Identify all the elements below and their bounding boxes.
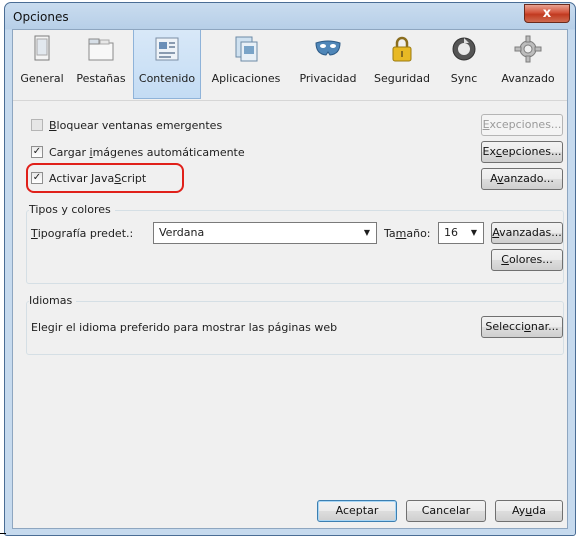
languages-description: Elegir el idioma preferido para mostrar … (31, 320, 338, 334)
dialog-client-area: General Pestañas Contenido Aplicaciones … (12, 29, 568, 529)
javascript-label: Activar JavaScript (49, 171, 147, 185)
default-font-select[interactable]: Verdana ▼ (153, 222, 377, 244)
images-checkbox[interactable]: ✓ (31, 146, 43, 158)
popups-checkbox-row[interactable]: Bloquear ventanas emergentes (31, 115, 222, 135)
size-label: Ta m año: (384, 226, 431, 240)
tab-pestanas[interactable]: Pestañas (71, 30, 131, 99)
sync-icon (452, 37, 476, 61)
options-window: Opciones x General Pestañas Contenido Ap… (4, 2, 576, 536)
tab-seguridad[interactable]: Seguridad (367, 30, 437, 99)
images-label: Cargar imágenes automáticamente (49, 145, 245, 159)
popups-exceptions-button[interactable]: Excepciones... (481, 114, 563, 136)
tabs-icon (88, 38, 114, 61)
languages-group-label: Idiomas (29, 294, 77, 307)
javascript-advanced-button[interactable]: Avanzado... (481, 168, 563, 190)
tab-contenido[interactable]: Contenido (133, 30, 201, 99)
mask-icon (315, 40, 341, 56)
title-bar[interactable]: Opciones x (5, 3, 575, 29)
content-icon (155, 37, 179, 61)
fonts-group-label: Tipos y colores (29, 203, 115, 216)
images-exceptions-button[interactable]: Excepciones... (481, 141, 563, 163)
popups-checkbox[interactable] (31, 119, 43, 131)
window-icon (34, 35, 50, 61)
ok-button[interactable]: Aceptar (317, 500, 397, 522)
window-title: Opciones (13, 10, 69, 24)
help-button[interactable]: Ayuda (495, 500, 563, 522)
javascript-checkbox[interactable]: ✓ (31, 172, 43, 184)
javascript-checkbox-row[interactable]: ✓ Activar JavaScript (31, 168, 146, 188)
close-button[interactable]: x (524, 4, 570, 23)
chevron-down-icon: ▼ (363, 228, 370, 237)
applications-icon (235, 36, 258, 62)
gear-icon (514, 35, 542, 63)
close-icon: x (542, 6, 552, 21)
fonts-advanced-button[interactable]: Avanzadas... (491, 222, 563, 244)
select-language-button[interactable]: Seleccionar... (481, 316, 563, 338)
tab-general[interactable]: General (15, 30, 69, 99)
padlock-icon (392, 36, 412, 62)
colors-button[interactable]: Colores... (491, 249, 563, 271)
tab-aplicaciones[interactable]: Aplicaciones (203, 30, 289, 99)
edge-mark (0, 533, 6, 534)
images-checkbox-row[interactable]: ✓ Cargar imágenes automáticamente (31, 142, 245, 162)
cancel-button[interactable]: Cancelar (406, 500, 486, 522)
tab-avanzado[interactable]: Avanzado (491, 30, 565, 99)
chevron-down-icon: ▼ (470, 228, 477, 237)
font-size-select[interactable]: 16 ▼ (438, 222, 484, 244)
default-font-label: Tipografía predet.: (31, 226, 134, 240)
popups-label: Bloquear ventanas emergentes (49, 118, 223, 132)
category-toolbar: General Pestañas Contenido Aplicaciones … (13, 30, 567, 101)
tab-privacidad[interactable]: Privacidad (291, 30, 365, 99)
tab-sync[interactable]: Sync (439, 30, 489, 99)
